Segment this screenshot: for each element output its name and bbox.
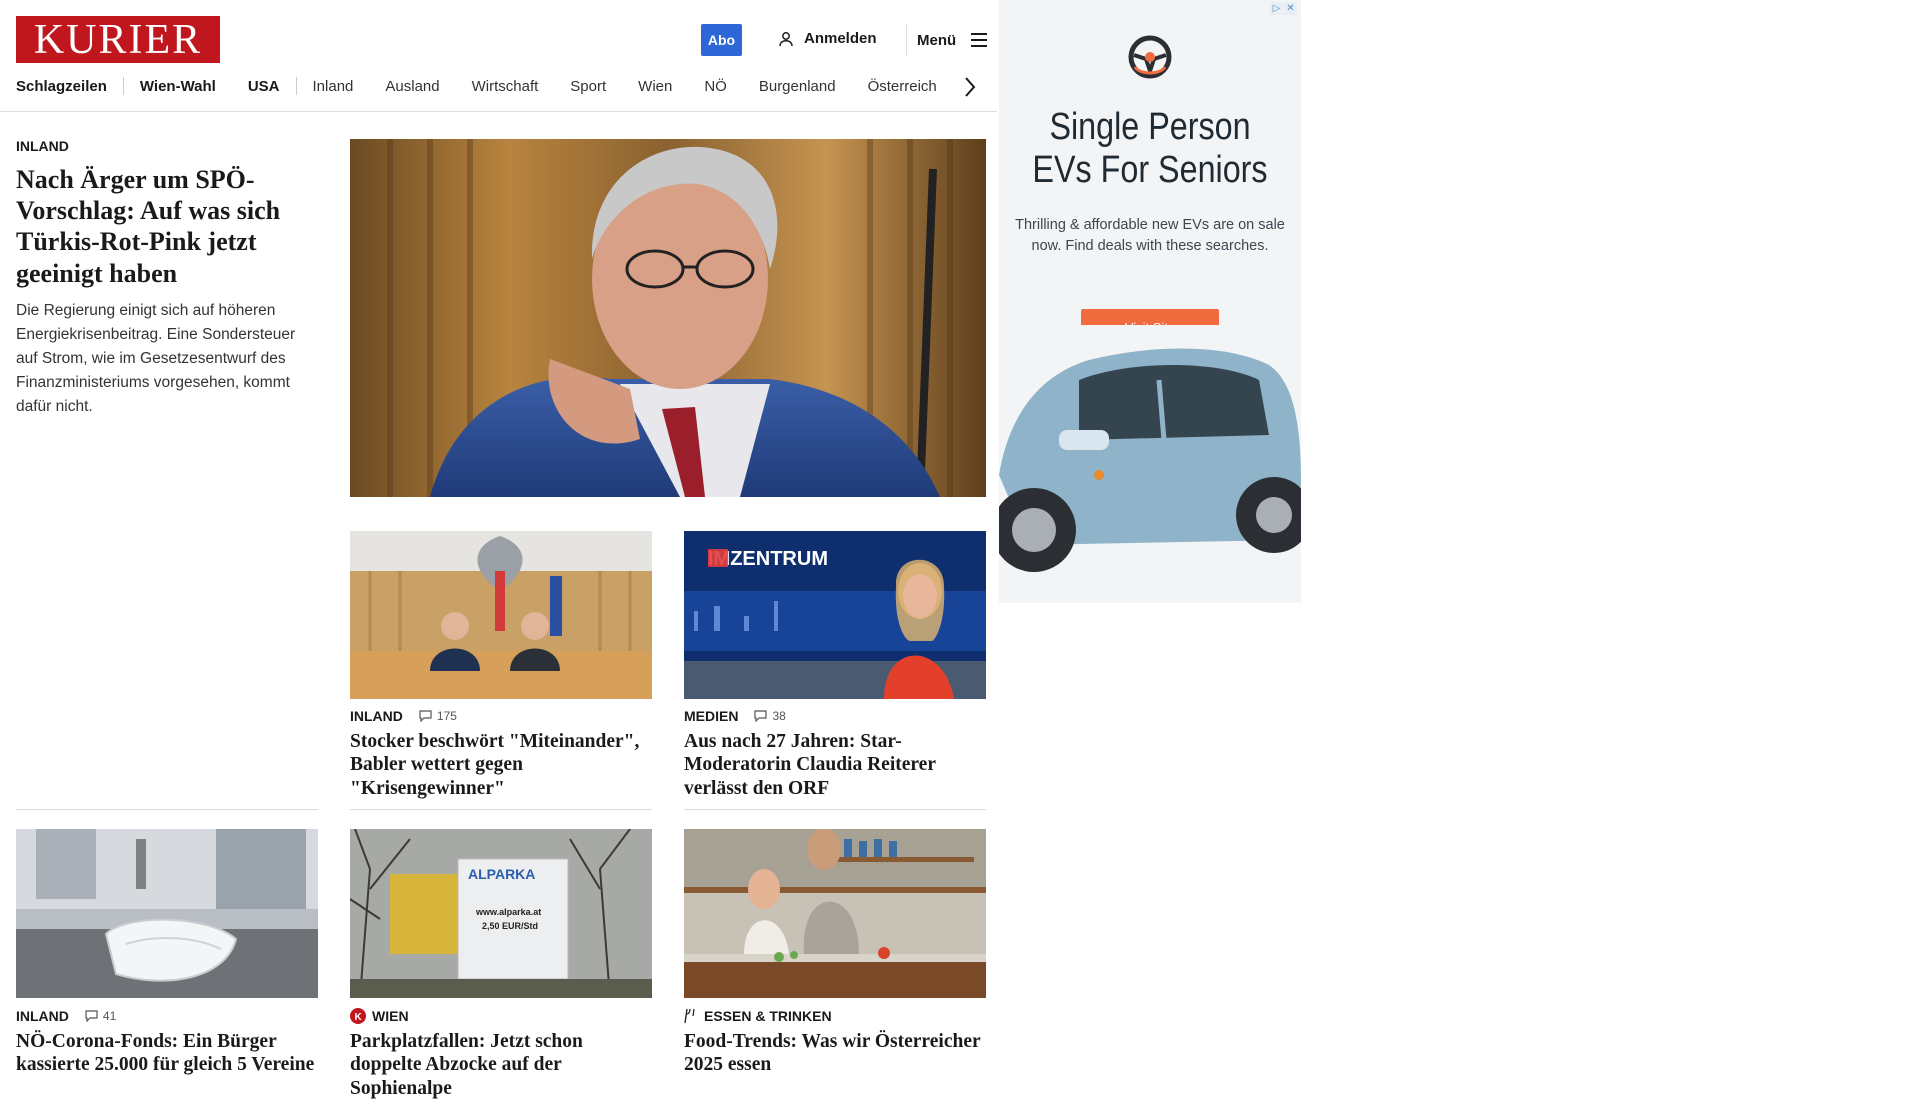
card-headline[interactable]: NÖ-Corona-Fonds: Ein Bürger kassierte 25… bbox=[16, 1030, 318, 1077]
abo-button[interactable]: Abo bbox=[701, 24, 742, 56]
kitchen-photo bbox=[684, 829, 986, 998]
mask-on-street-photo bbox=[16, 829, 318, 998]
nav-item-sport[interactable]: Sport bbox=[554, 78, 622, 95]
user-icon bbox=[779, 31, 793, 46]
comment-count-value: 175 bbox=[436, 709, 457, 723]
lead-headline[interactable]: Nach Ärger um SPÖ-Vorschlag: Auf was sic… bbox=[16, 164, 316, 289]
logo-text: KURIER bbox=[33, 16, 203, 63]
lead-kicker-label: INLAND bbox=[16, 138, 69, 154]
card-image-reiterer[interactable]: IMZENTRUM bbox=[684, 531, 986, 699]
card-kicker: INLAND 41 bbox=[16, 1008, 318, 1024]
ad-title[interactable]: Single Person EVs For Seniors bbox=[1022, 106, 1279, 191]
card-food[interactable]: ESSEN & TRINKEN Food-Trends: Was wir Öst… bbox=[684, 1008, 986, 1077]
comment-icon bbox=[85, 1010, 98, 1022]
card-kicker: ESSEN & TRINKEN bbox=[684, 1008, 986, 1024]
parking-sign-photo: ALPARKA www.alparka.at 2,50 EUR/Std bbox=[350, 829, 652, 998]
card-image-stocker[interactable] bbox=[350, 531, 652, 699]
lead-image[interactable] bbox=[350, 139, 986, 497]
comment-icon bbox=[419, 710, 432, 722]
card-kicker: MEDIEN 38 bbox=[684, 708, 986, 724]
card-kicker-label: MEDIEN bbox=[684, 708, 739, 724]
login-label: Anmelden bbox=[804, 30, 877, 47]
hamburger-icon bbox=[971, 33, 988, 47]
svg-text:K: K bbox=[355, 1012, 363, 1023]
header-divider bbox=[0, 111, 997, 112]
sign-url: www.alparka.at bbox=[475, 907, 541, 917]
nav-item-wirtschaft[interactable]: Wirtschaft bbox=[456, 78, 555, 95]
lead-teaser: Die Regierung einigt sich auf höheren En… bbox=[16, 301, 296, 415]
card-image-corona[interactable] bbox=[16, 829, 318, 998]
advertisement[interactable]: ▷ ✕ Single Person EVs For Seniors Thrill… bbox=[999, 0, 1301, 603]
comment-count[interactable]: 175 bbox=[419, 709, 457, 723]
card-reiterer[interactable]: MEDIEN 38 Aus nach 27 Jahren: Star-Moder… bbox=[684, 708, 986, 800]
nav-item-burgenland[interactable]: Burgenland bbox=[743, 78, 852, 95]
kurier-k-icon: K bbox=[350, 1008, 366, 1024]
nav-item-usa[interactable]: USA bbox=[232, 78, 296, 95]
steering-wheel-icon bbox=[1128, 35, 1172, 79]
lead-kicker: INLAND bbox=[16, 138, 316, 154]
comment-count[interactable]: 38 bbox=[754, 709, 786, 723]
kurier-logo[interactable]: KURIER bbox=[16, 16, 220, 63]
card-headline[interactable]: Food-Trends: Was wir Österreicher 2025 e… bbox=[684, 1030, 986, 1077]
login-button[interactable]: Anmelden bbox=[778, 30, 877, 47]
card-headline[interactable]: Aus nach 27 Jahren: Star-Moderatorin Cla… bbox=[684, 730, 986, 800]
fork-knife-icon bbox=[684, 1008, 695, 1024]
ad-controls: ▷ ✕ bbox=[1270, 2, 1297, 15]
nav-item-wien[interactable]: Wien bbox=[622, 78, 688, 95]
sign-price: 2,50 EUR/Std bbox=[482, 921, 538, 931]
nav-item-oesterreich[interactable]: Österreich bbox=[852, 78, 953, 95]
card-image-food[interactable] bbox=[684, 829, 986, 998]
card-stocker[interactable]: INLAND 175 Stocker beschwört "Miteinande… bbox=[350, 708, 652, 800]
sign-brand: ALPARKA bbox=[468, 866, 535, 882]
lead-article[interactable]: INLAND Nach Ärger um SPÖ-Vorschlag: Auf … bbox=[16, 138, 316, 434]
row-divider bbox=[16, 809, 318, 810]
comment-count-value: 41 bbox=[102, 1009, 117, 1023]
card-parkplatz[interactable]: K WIEN Parkplatzfallen: Jetzt schon dopp… bbox=[350, 1008, 652, 1100]
lead-photo bbox=[350, 139, 986, 497]
menu-label: Menü bbox=[917, 31, 957, 49]
nav-item-wien-wahl[interactable]: Wien-Wahl bbox=[124, 78, 232, 95]
ev-car-image bbox=[999, 325, 1301, 603]
nav-item-inland[interactable]: Inland bbox=[297, 78, 370, 95]
tv-studio-photo: IMZENTRUM bbox=[684, 531, 986, 699]
card-kicker-label: WIEN bbox=[372, 1008, 409, 1024]
nav-item-noe[interactable]: NÖ bbox=[688, 78, 743, 95]
nav-item-schlagzeilen[interactable]: Schlagzeilen bbox=[16, 78, 123, 95]
comment-icon bbox=[754, 710, 768, 722]
card-corona[interactable]: INLAND 41 NÖ-Corona-Fonds: Ein Bürger ka… bbox=[16, 1008, 318, 1077]
parliament-photo bbox=[350, 531, 652, 699]
ad-close-icon[interactable]: ✕ bbox=[1284, 2, 1297, 15]
adchoices-icon[interactable]: ▷ bbox=[1270, 2, 1283, 15]
card-kicker-label: ESSEN & TRINKEN bbox=[704, 1008, 832, 1024]
card-headline[interactable]: Stocker beschwört "Miteinander", Babler … bbox=[350, 730, 652, 800]
card-kicker-label: INLAND bbox=[350, 708, 403, 724]
category-nav: Schlagzeilen Wien-Wahl USA Inland Auslan… bbox=[16, 77, 953, 95]
card-image-parkplatz[interactable]: ALPARKA www.alparka.at 2,50 EUR/Std bbox=[350, 829, 652, 998]
card-kicker: INLAND 175 bbox=[350, 708, 652, 724]
chevron-right-icon[interactable] bbox=[963, 75, 977, 99]
row-divider bbox=[350, 809, 652, 810]
menu-button[interactable]: Menü bbox=[906, 24, 988, 56]
card-headline[interactable]: Parkplatzfallen: Jetzt schon doppelte Ab… bbox=[350, 1030, 652, 1100]
comment-count-value: 38 bbox=[772, 709, 786, 723]
comment-count[interactable]: 41 bbox=[85, 1009, 116, 1023]
nav-item-ausland[interactable]: Ausland bbox=[369, 78, 455, 95]
ad-description: Thrilling & affordable new EVs are on sa… bbox=[1015, 217, 1285, 255]
card-kicker-label: INLAND bbox=[16, 1008, 69, 1024]
row-divider bbox=[684, 809, 986, 810]
card-kicker: K WIEN bbox=[350, 1008, 652, 1024]
